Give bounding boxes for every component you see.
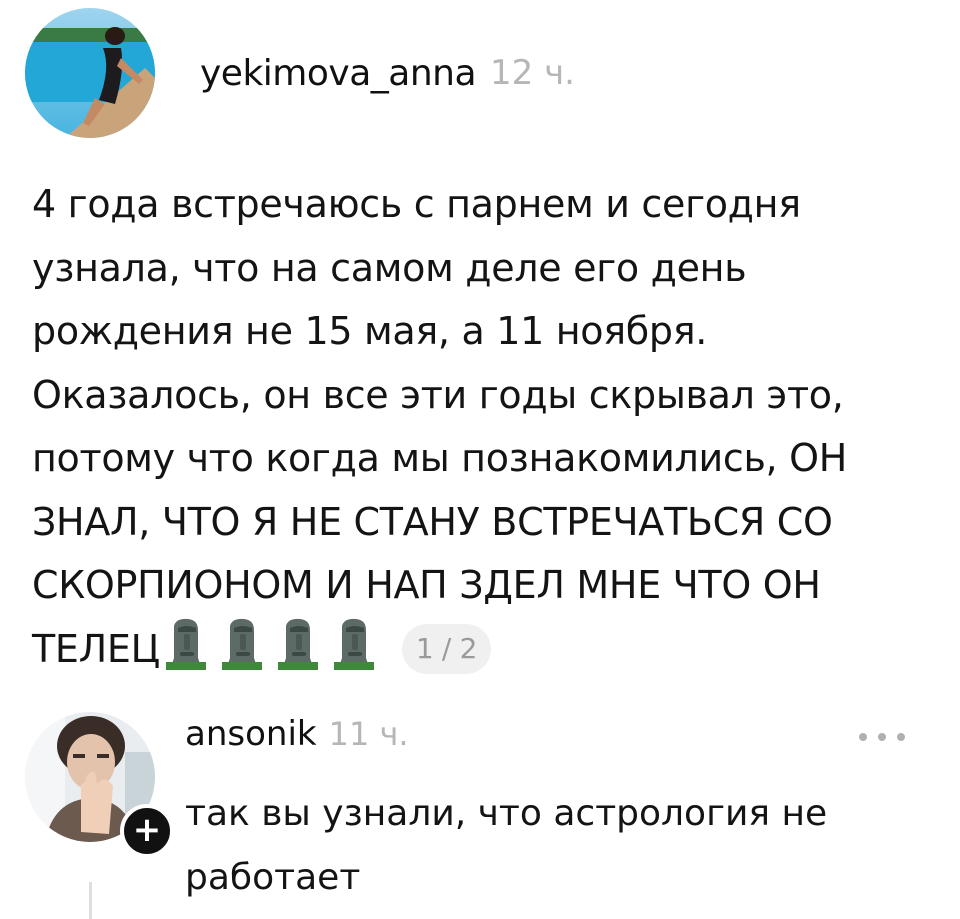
moai-icon bbox=[165, 618, 206, 670]
post-line: 4 года встречаюсь с парнем и сегодня bbox=[32, 182, 801, 226]
comment-line: так вы узнали, что астрология не bbox=[185, 793, 828, 834]
moai-icon bbox=[277, 618, 318, 670]
author-username[interactable]: yekimova_anna bbox=[200, 53, 477, 94]
dot bbox=[878, 733, 886, 741]
comment-line: работает bbox=[185, 857, 361, 898]
post-line: СКОРПИОНОМ И НАП ЗДЕЛ МНЕ ЧТО ОН bbox=[32, 563, 821, 607]
post-line: рождения не 15 мая, а 11 ноября. bbox=[32, 309, 708, 353]
commenter-username[interactable]: ansonik bbox=[185, 714, 317, 754]
thread-page: yekimova_anna 12 ч. 4 года встречаюсь с … bbox=[0, 0, 960, 919]
more-dots-icon[interactable] bbox=[859, 730, 905, 744]
author-avatar[interactable] bbox=[25, 8, 155, 138]
post-header: yekimova_anna 12 ч. bbox=[25, 8, 575, 138]
post-timestamp: 12 ч. bbox=[490, 53, 575, 93]
follow-button[interactable]: + bbox=[120, 804, 174, 858]
post-text: 4 года встречаюсь с парнем и сегодня узн… bbox=[32, 173, 932, 681]
dot bbox=[859, 733, 867, 741]
dot bbox=[897, 733, 905, 741]
comment-timestamp: 11 ч. bbox=[328, 715, 409, 753]
post-last-line: ТЕЛЕЦ 1 / 2 bbox=[32, 618, 932, 682]
post-line: потому что когда мы познакомились, ОН bbox=[32, 436, 847, 480]
page-indicator[interactable]: 1 / 2 bbox=[401, 623, 492, 674]
comment-text: так вы узнали, что астрология не работае… bbox=[185, 782, 905, 910]
comment-item: + ansonik 11 ч. так вы узнали, что астро… bbox=[25, 712, 935, 919]
commenter-avatar-wrap: + bbox=[25, 712, 174, 858]
thread-connector-line bbox=[89, 882, 92, 919]
post-line: узнала, что на самом деле его день bbox=[32, 245, 747, 290]
moai-icon bbox=[221, 618, 262, 670]
comment-meta: ansonik 11 ч. bbox=[185, 714, 409, 754]
post-line: ТЕЛЕЦ bbox=[32, 626, 160, 671]
emoji-row bbox=[165, 618, 390, 670]
moai-icon bbox=[333, 618, 374, 670]
post-line: ЗНАЛ, ЧТО Я НЕ СТАНУ ВСТРЕЧАТЬСЯ СО bbox=[32, 499, 833, 544]
post-line: Оказалось, он все эти годы скрывал это, bbox=[32, 372, 844, 417]
